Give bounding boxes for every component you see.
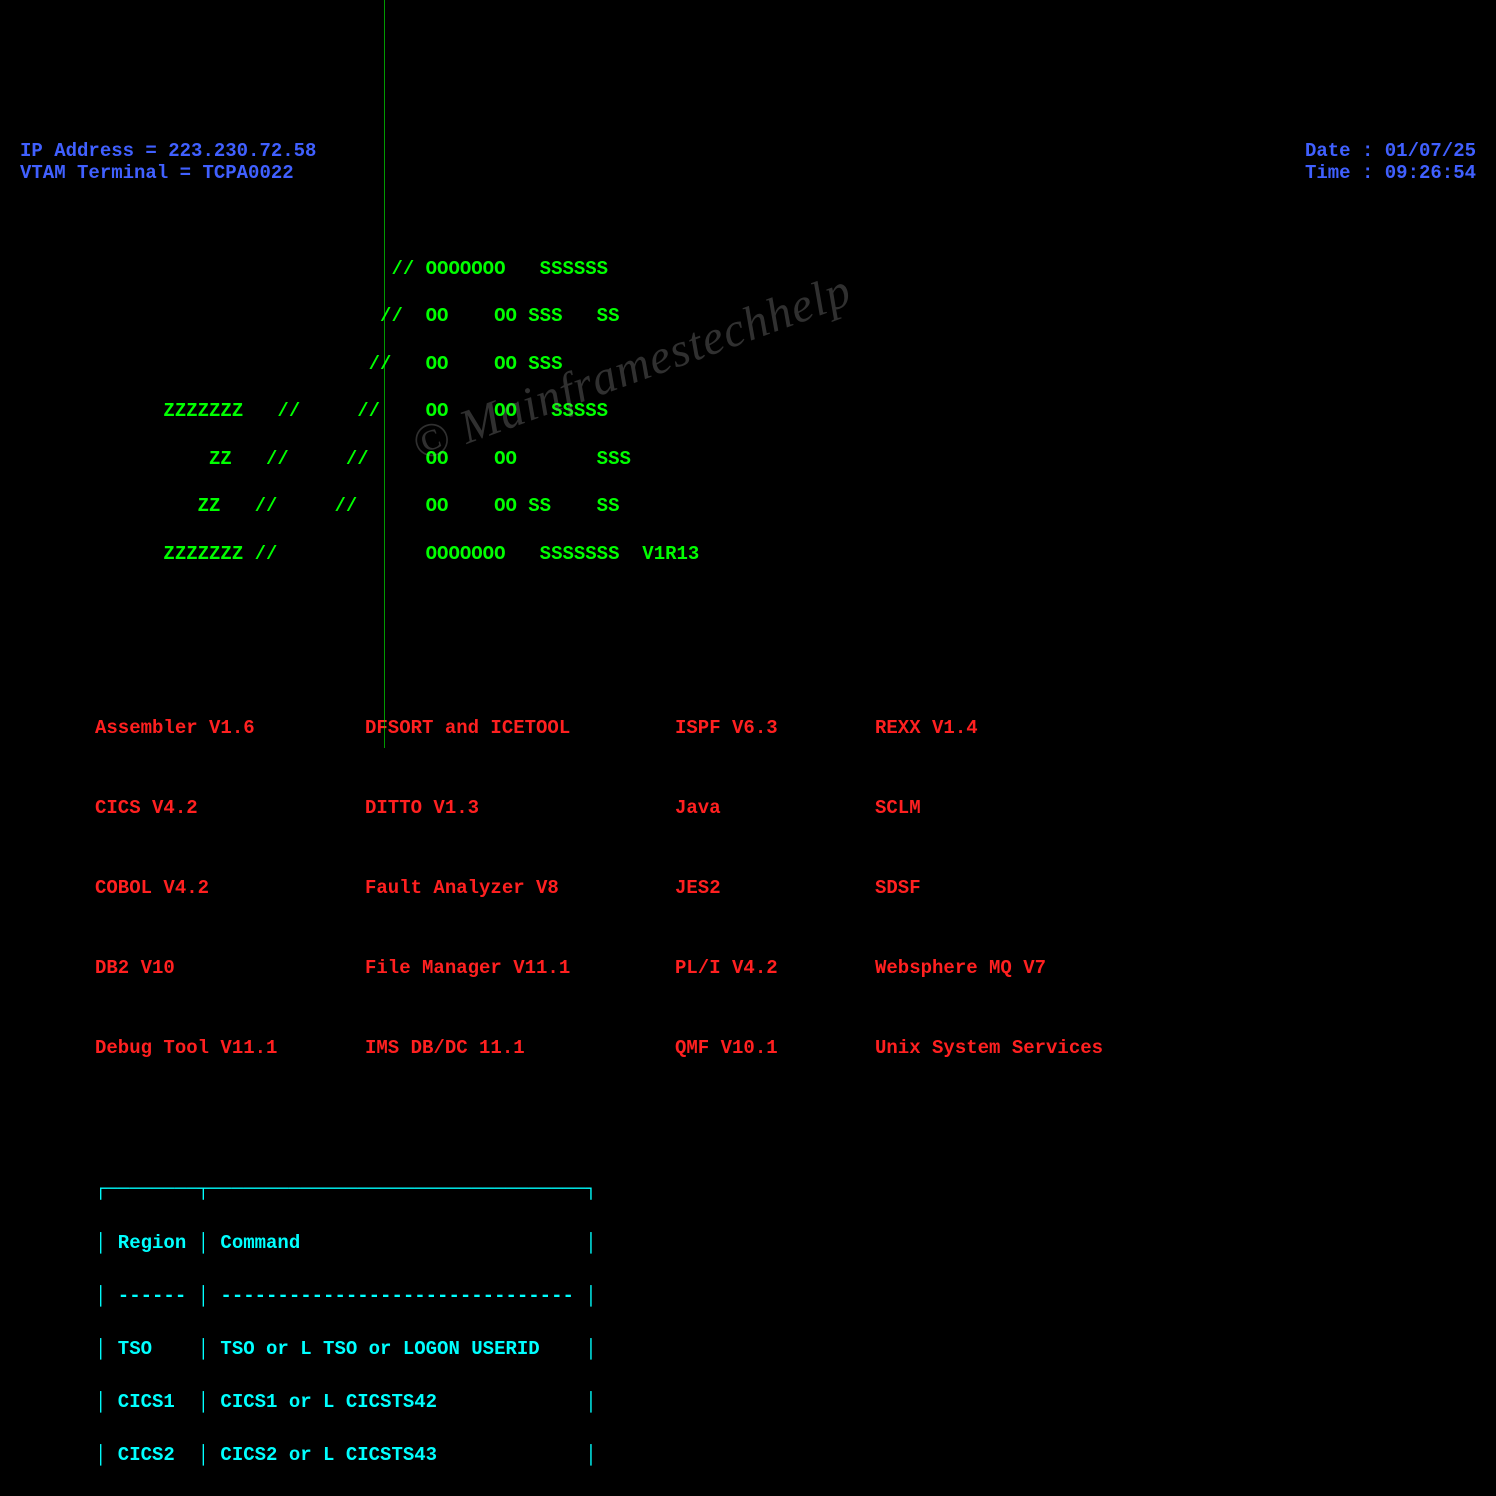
product-row: DB2 V10File Manager V11.1PL/I V4.2Websph…: [95, 955, 1476, 982]
vtam-value: TCPA0022: [202, 162, 293, 184]
ascii-line: ZZZZZZZ // OOOOOOO SSSSSSS V1R13: [95, 543, 1476, 567]
date-value: 01/07/25: [1385, 140, 1476, 162]
product-item: ISPF V6.3: [675, 715, 875, 742]
product-item: Websphere MQ V7: [875, 955, 1046, 982]
product-item: DB2 V10: [95, 955, 365, 982]
table-border: ┌────────┬──────────────────────────────…: [95, 1176, 1476, 1203]
ascii-line: ZZ // // OO OO SSS: [95, 448, 1476, 472]
table-row: │ CICS2 │ CICS2 or L CICSTS43 │: [95, 1442, 1476, 1469]
ascii-line: // OO OO SSS SS: [95, 305, 1476, 329]
ip-value: 223.230.72.58: [168, 140, 316, 162]
table-row: │ CICS1 │ CICS1 or L CICSTS42 │: [95, 1389, 1476, 1416]
ascii-line: ZZZZZZZ // // OO OO SSSSS: [95, 400, 1476, 424]
product-item: COBOL V4.2: [95, 875, 365, 902]
products-list: Assembler V1.6DFSORT and ICETOOLISPF V6.…: [20, 662, 1476, 1088]
product-item: Fault Analyzer V8: [365, 875, 675, 902]
time-label: Time :: [1305, 162, 1385, 184]
table-row: │ TSO │ TSO or L TSO or LOGON USERID │: [95, 1336, 1476, 1363]
product-item: JES2: [675, 875, 875, 902]
product-row: Assembler V1.6DFSORT and ICETOOLISPF V6.…: [95, 715, 1476, 742]
table-header: │ Region │ Command │: [95, 1230, 1476, 1257]
product-item: File Manager V11.1: [365, 955, 675, 982]
product-row: COBOL V4.2Fault Analyzer V8JES2SDSF: [95, 875, 1476, 902]
header: IP Address = 223.230.72.58 VTAM Terminal…: [20, 140, 1476, 184]
product-row: CICS V4.2DITTO V1.3JavaSCLM: [95, 795, 1476, 822]
zos-ascii-logo: // OOOOOOO SSSSSS // OO OO SSS SS // OO …: [20, 234, 1476, 590]
product-item: SDSF: [875, 875, 921, 902]
time-value: 09:26:54: [1385, 162, 1476, 184]
product-item: Java: [675, 795, 875, 822]
product-item: REXX V1.4: [875, 715, 978, 742]
product-row: Debug Tool V11.1IMS DB/DC 11.1QMF V10.1U…: [95, 1035, 1476, 1062]
product-item: SCLM: [875, 795, 921, 822]
product-item: Unix System Services: [875, 1035, 1103, 1062]
vtam-label: VTAM Terminal =: [20, 162, 202, 184]
product-item: DFSORT and ICETOOL: [365, 715, 675, 742]
vertical-divider: [384, 0, 385, 748]
date-label: Date :: [1305, 140, 1385, 162]
ip-label: IP Address =: [20, 140, 168, 162]
ascii-line: // OOOOOOO SSSSSS: [95, 258, 1476, 282]
product-item: PL/I V4.2: [675, 955, 875, 982]
product-item: Assembler V1.6: [95, 715, 365, 742]
ascii-line: // OO OO SSS: [95, 353, 1476, 377]
ascii-line: ZZ // // OO OO SS SS: [95, 495, 1476, 519]
product-item: DITTO V1.3: [365, 795, 675, 822]
region-command-table: ┌────────┬──────────────────────────────…: [20, 1150, 1476, 1496]
table-separator: │ ------ │ -----------------------------…: [95, 1283, 1476, 1310]
product-item: CICS V4.2: [95, 795, 365, 822]
table-border: └────────┴──────────────────────────────…: [95, 1495, 1476, 1496]
product-item: QMF V10.1: [675, 1035, 875, 1062]
product-item: Debug Tool V11.1: [95, 1035, 365, 1062]
product-item: IMS DB/DC 11.1: [365, 1035, 675, 1062]
